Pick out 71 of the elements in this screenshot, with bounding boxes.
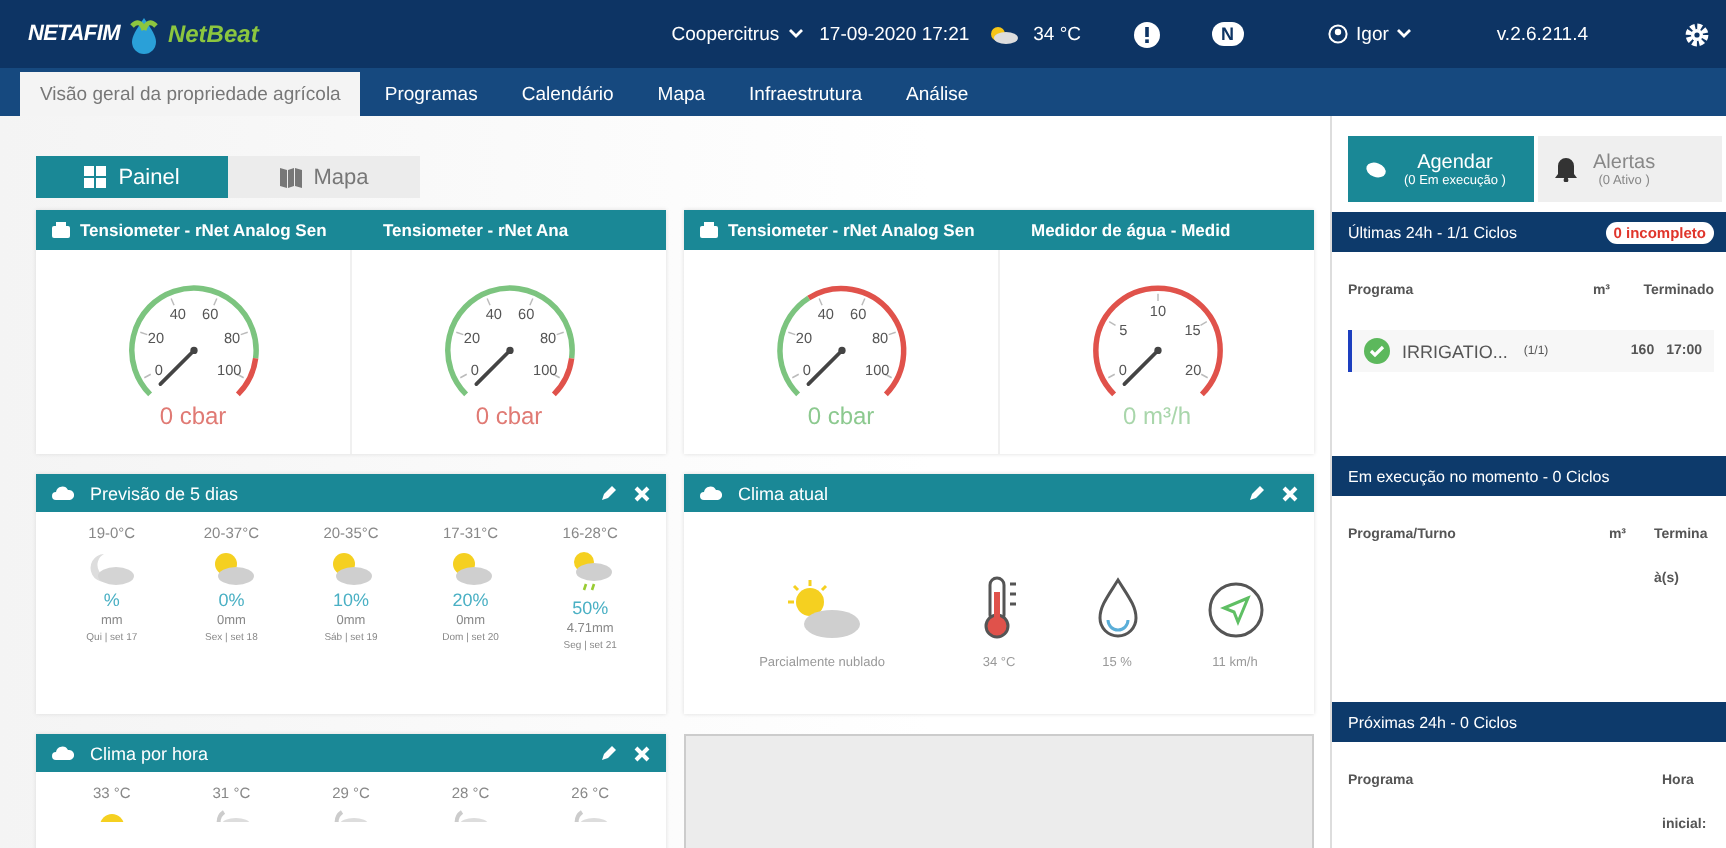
user-icon <box>1328 24 1349 44</box>
brand-name: NETAFIM <box>28 22 120 46</box>
cloud-badge[interactable]: N <box>1211 22 1245 46</box>
widget-title: Previsão de 5 dias <box>90 483 241 503</box>
sensor-icon <box>700 222 718 238</box>
bell-icon <box>1553 156 1577 182</box>
moon-cloud-icon <box>570 810 611 822</box>
rain-chance: 10% <box>332 590 369 610</box>
date-time: 17-09-2020 17:21 <box>819 23 970 45</box>
sensor-icon <box>52 222 70 238</box>
rain-chance: % <box>103 590 120 610</box>
gauge-dial: 0 20 40 60 80 100 <box>749 270 933 398</box>
gauge-value: 0 cbar <box>475 402 543 430</box>
program-name: IRRIGATIO... <box>1402 341 1508 361</box>
gauge-value: 0 cbar <box>159 402 227 430</box>
user-menu[interactable]: Igor <box>1328 23 1413 45</box>
caret-icon <box>787 28 804 40</box>
close-icon[interactable] <box>634 745 650 761</box>
gauge-title: Tensiometer - rNet Analog Sen <box>728 220 975 240</box>
nav-tab[interactable]: Visão geral da propriedade agrícola <box>20 72 361 116</box>
section-title: Últimas 24h - 1/1 Ciclos <box>1348 223 1517 241</box>
alert-icon[interactable] <box>1133 21 1160 47</box>
rain-chance: 50% <box>572 598 609 618</box>
gauge-title: Tensiometer - rNet Analog Sen <box>80 220 327 240</box>
moon-cloud-icon <box>211 810 252 822</box>
farm-selector[interactable]: Coopercitrus <box>671 23 804 45</box>
gauge-dial: 0 20 40 60 80 100 <box>417 270 601 398</box>
thermometer-icon <box>981 576 1017 640</box>
view-toggle-button[interactable]: Painel <box>36 156 228 198</box>
edit-icon[interactable] <box>1248 484 1266 502</box>
moon-cloud-icon <box>87 550 136 586</box>
section-title: Próximas 24h - 0 Ciclos <box>1348 713 1517 731</box>
settings-icon[interactable] <box>1684 21 1710 47</box>
map-icon <box>279 166 302 188</box>
product-name: NetBeat <box>167 20 259 48</box>
nav-tab[interactable]: Mapa <box>637 72 726 116</box>
gauge-title: Tensiometer - rNet Ana <box>383 220 569 240</box>
rain-chance: 20% <box>452 590 489 610</box>
gauge-value: 0 cbar <box>807 402 875 430</box>
header-temperature: 34 °C <box>1033 23 1082 45</box>
check-circle-icon <box>1364 338 1390 364</box>
edit-icon[interactable] <box>600 744 618 762</box>
drop-logo-icon <box>125 14 162 54</box>
moon-cloud-icon <box>330 810 371 822</box>
nav-tab[interactable]: Infraestrutura <box>729 72 883 116</box>
edit-icon[interactable] <box>600 484 618 502</box>
version-label: v.2.6.211.4 <box>1496 23 1588 45</box>
widget-title: Clima por hora <box>90 743 211 763</box>
close-icon[interactable] <box>634 485 650 501</box>
view-toggle-button[interactable]: Mapa <box>228 156 420 198</box>
close-icon[interactable] <box>1282 485 1298 501</box>
sun-cloud-icon <box>985 24 1018 44</box>
caret-icon <box>1396 28 1413 40</box>
gauge-value: 0 m³/h <box>1122 402 1191 430</box>
section-title: Em execução no momento - 0 Ciclos <box>1348 467 1610 485</box>
nav-tab[interactable]: Calendário <box>501 72 634 116</box>
cloud-icon <box>700 486 722 500</box>
gauge-title: Medidor de água - Medid <box>1031 220 1231 240</box>
nav-tab[interactable]: Programas <box>364 72 498 116</box>
gauge-dial: 0 5 10 15 20 <box>1065 270 1249 398</box>
widget-title: Clima atual <box>738 483 831 503</box>
sun-cloud-icon <box>782 580 862 640</box>
cloud-icon <box>52 746 74 760</box>
water-drop-icon <box>1093 576 1141 640</box>
nav-tab[interactable]: Análise <box>886 72 989 116</box>
moon-cloud-icon <box>450 810 491 822</box>
grid-icon <box>84 166 107 188</box>
cloud-icon <box>52 486 74 500</box>
gauge-dial: 0 20 40 60 80 100 <box>101 270 285 398</box>
rain-chance: 0% <box>218 590 245 610</box>
sun-icon <box>95 810 128 822</box>
